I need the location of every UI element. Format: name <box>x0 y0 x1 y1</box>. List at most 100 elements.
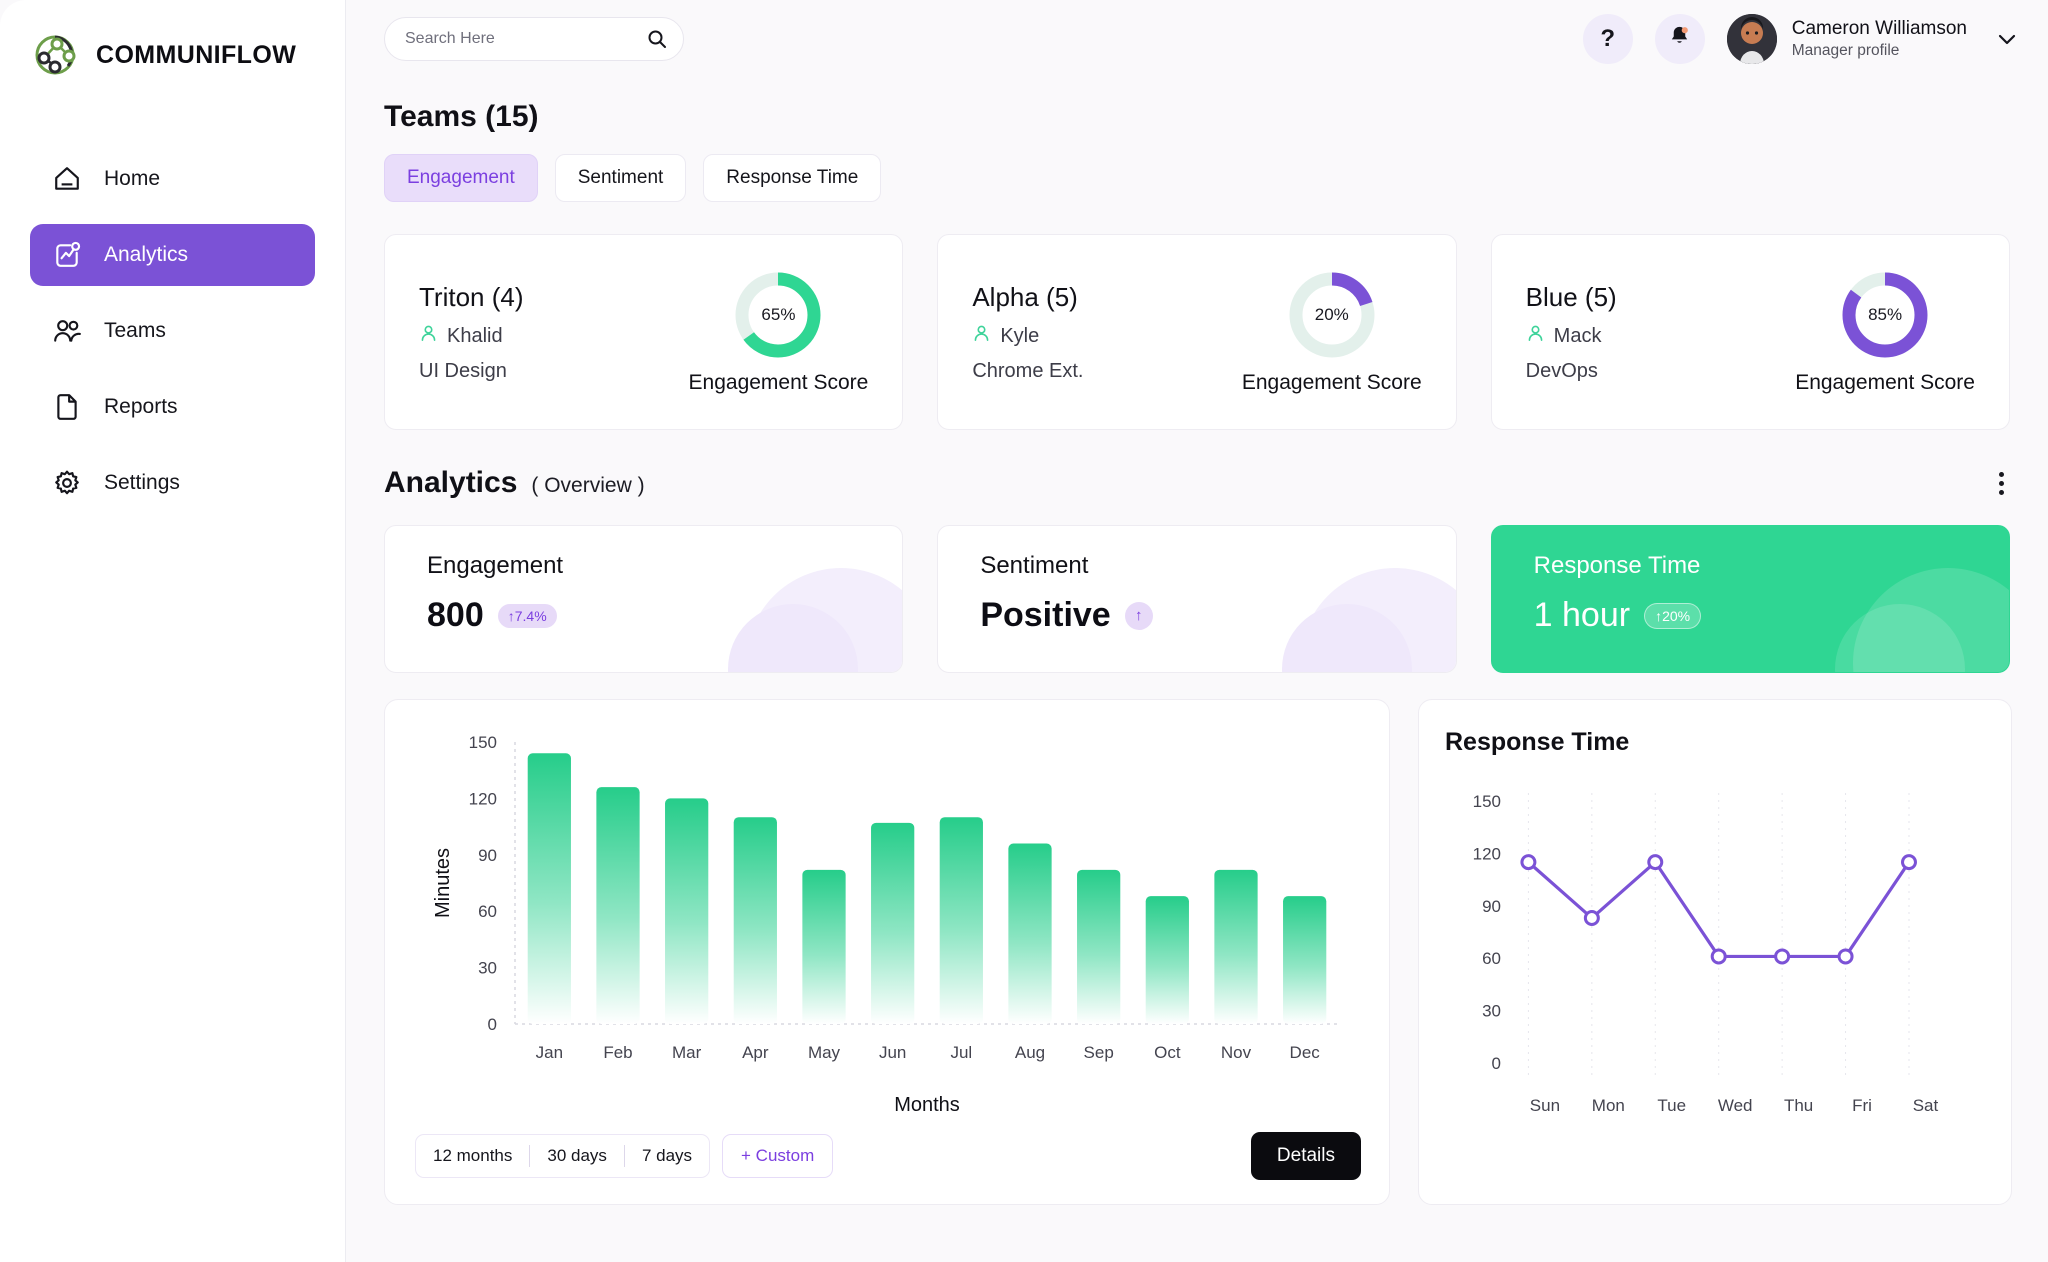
sidebar-item-analytics[interactable]: Analytics <box>30 224 315 286</box>
topbar-actions: ? Cameron Williamson Manager profile <box>1582 14 2018 64</box>
sidebar: COMMUNIFLOW Home Analytics Teams Reports… <box>0 0 346 1262</box>
team-cards: Triton (4) Khalid UI Design 65% Engageme… <box>346 202 2048 430</box>
team-owner: Khalid <box>419 324 524 349</box>
sidebar-item-label-reports: Reports <box>104 395 178 418</box>
analytics-chart-icon <box>52 240 82 270</box>
svg-text:60: 60 <box>1482 949 1501 968</box>
donut-percent-label: 65% <box>761 305 796 324</box>
notification-button[interactable] <box>1654 14 1705 64</box>
main-content: ? <box>346 0 2048 1262</box>
svg-text:Wed: Wed <box>1718 1096 1753 1115</box>
svg-text:Apr: Apr <box>742 1043 769 1062</box>
svg-text:Aug: Aug <box>1015 1043 1045 1062</box>
team-owner-name: Kyle <box>1000 324 1040 347</box>
sidebar-item-teams[interactable]: Teams <box>30 300 315 362</box>
brand-name: COMMUNIFLOW <box>96 40 297 69</box>
team-card[interactable]: Triton (4) Khalid UI Design 65% Engageme… <box>384 234 904 430</box>
teams-tabs: Engagement Sentiment Response Time <box>346 134 2048 202</box>
help-button[interactable]: ? <box>1582 14 1633 64</box>
team-owner-name: Mack <box>1553 324 1602 347</box>
person-icon <box>972 324 991 349</box>
svg-text:0: 0 <box>1492 1054 1501 1073</box>
svg-text:150: 150 <box>469 733 497 752</box>
search-icon[interactable] <box>647 29 667 49</box>
range-30-days[interactable]: 30 days <box>530 1135 624 1177</box>
brand-logo[interactable]: COMMUNIFLOW <box>0 0 345 80</box>
kpi-trend-badge: ↑20% <box>1644 602 1702 629</box>
team-dept: DevOps <box>1525 359 1598 382</box>
sidebar-item-settings[interactable]: Settings <box>30 452 315 514</box>
kpi-value-row: 1 hour ↑20% <box>1534 596 2009 635</box>
svg-text:May: May <box>808 1043 841 1062</box>
tab-sentiment[interactable]: Sentiment <box>554 154 687 202</box>
kpi-value-row: Positive ↑ <box>980 596 1455 635</box>
range-12-months[interactable]: 12 months <box>416 1135 529 1177</box>
person-icon <box>419 324 438 349</box>
svg-text:Months: Months <box>894 1094 960 1116</box>
kpi-value: 1 hour <box>1533 596 1631 634</box>
svg-text:Tue: Tue <box>1657 1096 1686 1115</box>
user-profile-menu[interactable]: Cameron Williamson Manager profile <box>1726 14 2018 64</box>
tab-engagement[interactable]: Engagement <box>384 154 538 202</box>
svg-text:Sun: Sun <box>1530 1096 1560 1115</box>
team-card[interactable]: Blue (5) Mack DevOps 85% Engagement Scor… <box>1490 234 2010 430</box>
avatar <box>1726 14 1777 64</box>
svg-text:Feb: Feb <box>603 1043 632 1062</box>
team-name: Blue (5) <box>1525 281 1617 312</box>
kpi-card-sentiment[interactable]: Sentiment Positive ↑ <box>937 525 1457 673</box>
kpi-value-row: 800 ↑7.4% <box>427 596 902 635</box>
document-icon <box>52 392 82 422</box>
svg-text:Thu: Thu <box>1784 1096 1813 1115</box>
user-role: Manager profile <box>1791 41 1900 59</box>
search-input[interactable] <box>384 17 684 61</box>
sidebar-item-home[interactable]: Home <box>30 148 315 210</box>
svg-text:120: 120 <box>469 789 497 808</box>
sidebar-item-label-settings: Settings <box>104 471 180 494</box>
kpi-title: Response Time <box>1533 552 1701 579</box>
team-score: 20% Engagement Score <box>1242 269 1422 395</box>
team-score: 65% Engagement Score <box>688 269 869 395</box>
team-card[interactable]: Alpha (5) Kyle Chrome Ext. 20% Engagemen… <box>937 234 1457 430</box>
add-custom-range-button[interactable]: + Custom <box>722 1134 834 1178</box>
engagement-score-label: Engagement Score <box>1795 371 1975 394</box>
svg-text:Nov: Nov <box>1221 1043 1252 1062</box>
home-icon <box>52 164 82 194</box>
svg-text:Sat: Sat <box>1913 1096 1939 1115</box>
svg-text:90: 90 <box>478 846 497 865</box>
sidebar-item-reports[interactable]: Reports <box>30 376 315 438</box>
svg-text:30: 30 <box>478 959 497 978</box>
analytics-subtitle: ( Overview ) <box>531 474 645 497</box>
tab-response-time[interactable]: Response Time <box>703 154 882 202</box>
analytics-title: Analytics <box>384 466 518 499</box>
engagement-bar-chart-card: 0 30 60 90 120 150 Jan Feb Mar Apr May Jun Jul Aug Se… <box>384 699 1390 1205</box>
network-nodes-icon <box>30 30 80 80</box>
svg-text:Sep: Sep <box>1084 1043 1114 1062</box>
analytics-header: Analytics ( Overview ) <box>346 430 2048 501</box>
kebab-menu-icon[interactable] <box>1993 466 2010 501</box>
kpi-card-response-time[interactable]: Response Time 1 hour ↑20% <box>1490 525 2010 673</box>
user-info: Cameron Williamson Manager profile <box>1792 17 1967 61</box>
svg-text:Minutes: Minutes <box>432 848 454 918</box>
team-name: Triton (4) <box>419 281 524 312</box>
kpi-cards: Engagement 800 ↑7.4% Sentiment Positive … <box>346 501 2048 673</box>
team-owner: Mack <box>1526 324 1617 349</box>
chevron-down-icon[interactable] <box>1996 28 2018 50</box>
svg-text:90: 90 <box>1482 897 1501 916</box>
kpi-card-engagement[interactable]: Engagement 800 ↑7.4% <box>384 525 904 673</box>
svg-text:Fri: Fri <box>1852 1096 1872 1115</box>
response-time-chart-card: Response Time 0 30 60 90 120 150 Sun Mon Tue Wed… <box>1418 699 2012 1205</box>
engagement-score-label: Engagement Score <box>688 371 869 394</box>
sidebar-item-label-teams: Teams <box>104 319 166 342</box>
kpi-trend-badge: ↑7.4% <box>497 603 557 628</box>
range-selector: 12 months 30 days 7 days <box>415 1134 711 1178</box>
charts-row: 0 30 60 90 120 150 Jan Feb Mar Apr May Jun Jul Aug Se… <box>346 673 2048 1205</box>
team-name: Alpha (5) <box>972 281 1078 312</box>
people-icon <box>52 316 82 346</box>
topbar: ? <box>346 0 2048 78</box>
range-7-days[interactable]: 7 days <box>625 1135 709 1177</box>
svg-text:0: 0 <box>488 1015 497 1034</box>
team-score: 85% Engagement Score <box>1795 269 1975 395</box>
details-button[interactable]: Details <box>1250 1132 1361 1180</box>
team-owner-name: Khalid <box>447 324 503 347</box>
svg-text:Mon: Mon <box>1592 1096 1625 1115</box>
